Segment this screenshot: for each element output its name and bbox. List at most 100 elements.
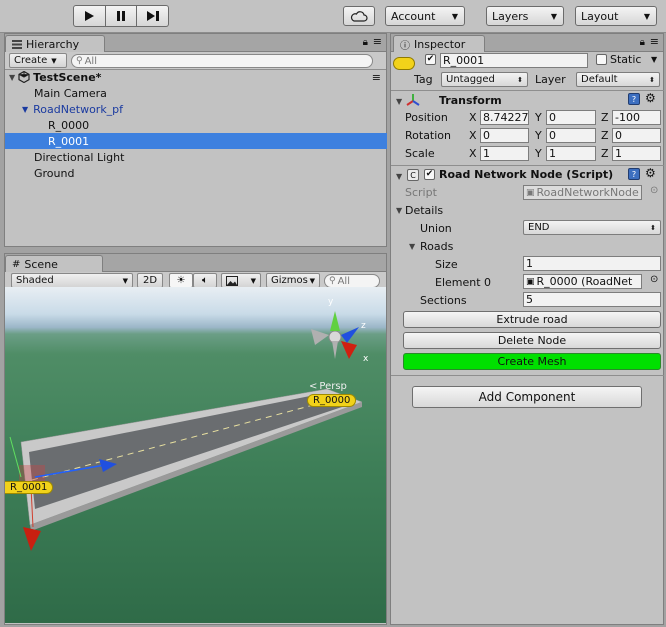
script-foldout-icon[interactable]: ▼: [396, 172, 402, 181]
button-label: Extrude road: [496, 313, 568, 326]
hierarchy-item-ground[interactable]: Ground: [5, 165, 387, 181]
help-book-icon[interactable]: ?: [628, 93, 640, 105]
expand-triangle-icon[interactable]: ▼: [22, 105, 28, 114]
scene-effects-dropdown[interactable]: ▼: [221, 273, 261, 288]
object-picker-icon[interactable]: ⊙: [650, 274, 658, 285]
hierarchy-item-directional-light[interactable]: Directional Light: [5, 149, 387, 165]
y-axis-handle: [9, 436, 22, 478]
field-value: 1: [615, 147, 622, 160]
scene-root-row[interactable]: ▼ TestScene* ≡: [5, 69, 387, 85]
static-dropdown-icon[interactable]: ▼: [651, 55, 657, 64]
hierarchy-item-label: R_0001: [48, 134, 90, 148]
main-toolbar: Account ▼ Layers ▼ Layout ▼: [0, 0, 666, 33]
create-mesh-button[interactable]: Create Mesh: [403, 353, 661, 370]
size-input[interactable]: 1: [523, 256, 661, 271]
rotation-y-input[interactable]: 0: [546, 128, 596, 143]
hierarchy-panel: Hierarchy 🔒︎ ≡ Create ▼ ⚲ All ▼ TestScen…: [4, 33, 387, 247]
lock-icon[interactable]: 🔒︎: [640, 37, 645, 48]
tag-dropdown[interactable]: Untagged ⬍: [441, 72, 528, 87]
help-book-icon[interactable]: ?: [628, 168, 640, 180]
tab-scene[interactable]: # Scene: [5, 255, 103, 272]
2d-label: 2D: [142, 275, 158, 286]
rotation-z-input[interactable]: 0: [612, 128, 661, 143]
static-checkbox[interactable]: [596, 54, 607, 65]
field-value: 1: [483, 147, 490, 160]
lock-icon[interactable]: 🔒︎: [363, 37, 368, 48]
node-label-r0001[interactable]: R_0001: [5, 481, 54, 494]
field-value: R_0000 (RoadNet: [536, 275, 633, 288]
account-dropdown[interactable]: Account ▼: [385, 6, 465, 26]
gizmos-dropdown[interactable]: Gizmos ▼: [266, 273, 320, 288]
scene-tabbar: # Scene: [5, 254, 386, 272]
scene-lighting-toggle[interactable]: ☀: [169, 273, 193, 288]
image-icon: [226, 275, 238, 286]
gear-icon[interactable]: ⚙: [645, 166, 656, 180]
dropdown-arrow-icon: ▼: [250, 276, 256, 285]
object-name-input[interactable]: R_0001: [440, 53, 588, 68]
scale-y-input[interactable]: 1: [546, 146, 596, 161]
axis-y-letter: Y: [535, 147, 542, 160]
field-value: 1: [549, 147, 556, 160]
tab-inspector[interactable]: ⓘ Inspector: [393, 35, 485, 52]
panel-menu-icon[interactable]: ≡: [373, 35, 382, 48]
unity-scene-icon: [18, 71, 30, 83]
details-foldout-icon[interactable]: ▼: [396, 206, 402, 215]
rotation-x-input[interactable]: 0: [480, 128, 529, 143]
gameobject-icon[interactable]: [393, 57, 415, 70]
hierarchy-item-r0001[interactable]: R_0001: [5, 133, 387, 149]
tab-hierarchy[interactable]: Hierarchy: [5, 35, 105, 52]
script-field-label: Script: [405, 186, 437, 199]
hierarchy-item-roadnetwork[interactable]: ▼ RoadNetwork_pf: [5, 101, 387, 117]
add-component-button[interactable]: Add Component: [412, 386, 642, 408]
shading-mode-dropdown[interactable]: Shaded ▼: [11, 273, 133, 288]
layer-value: Default: [581, 74, 618, 85]
hierarchy-item-r0000[interactable]: R_0000: [5, 117, 387, 133]
script-enabled-checkbox[interactable]: ✔: [424, 169, 435, 180]
2d-toggle-button[interactable]: 2D: [137, 273, 163, 288]
transform-foldout-icon[interactable]: ▼: [396, 97, 402, 106]
pause-icon: [117, 11, 125, 21]
updown-arrow-icon: ⬍: [650, 223, 656, 232]
gear-icon[interactable]: ⚙: [645, 91, 656, 105]
panel-menu-icon[interactable]: ≡: [650, 35, 659, 48]
axis-z-label: z: [361, 321, 366, 331]
union-dropdown[interactable]: END ⬍: [523, 220, 661, 235]
pause-button[interactable]: [105, 5, 138, 27]
script-component-title: Road Network Node (Script): [439, 168, 614, 181]
scale-z-input[interactable]: 1: [612, 146, 661, 161]
scene-menu-icon[interactable]: ≡: [372, 71, 381, 84]
element0-field[interactable]: ▣ R_0000 (RoadNet: [523, 274, 642, 289]
check-icon: ✔: [425, 169, 434, 179]
field-value: 0: [483, 129, 490, 142]
layers-dropdown[interactable]: Layers ▼: [486, 6, 564, 26]
scene-search-input[interactable]: ⚲ All: [324, 274, 380, 288]
button-label: Add Component: [478, 390, 576, 404]
rotation-label: Rotation: [405, 129, 452, 142]
step-icon: [146, 11, 159, 21]
extrude-road-button[interactable]: Extrude road: [403, 311, 661, 328]
create-dropdown[interactable]: Create ▼: [9, 53, 67, 68]
cloud-button[interactable]: [343, 6, 375, 26]
scene-viewport[interactable]: y z x < Persp R_0000 R_0001: [5, 287, 386, 623]
hierarchy-search-input[interactable]: ⚲ All: [71, 54, 373, 68]
roads-foldout-icon[interactable]: ▼: [409, 242, 415, 251]
sections-input[interactable]: 5: [523, 292, 661, 307]
layout-dropdown[interactable]: Layout ▼: [575, 6, 657, 26]
position-z-input[interactable]: -100: [612, 110, 661, 125]
layer-dropdown[interactable]: Default ⬍: [576, 72, 660, 87]
active-checkbox[interactable]: ✔: [425, 54, 436, 65]
play-button[interactable]: [73, 5, 106, 27]
hierarchy-item-main-camera[interactable]: Main Camera: [5, 85, 387, 101]
scene-audio-toggle[interactable]: 🔈︎: [193, 273, 217, 288]
persp-toggle[interactable]: < Persp: [309, 381, 347, 392]
hierarchy-item-label: RoadNetwork_pf: [33, 102, 124, 116]
position-x-input[interactable]: 8.74227: [480, 110, 529, 125]
scale-x-input[interactable]: 1: [480, 146, 529, 161]
node-label-r0000[interactable]: R_0000: [307, 394, 357, 407]
delete-node-button[interactable]: Delete Node: [403, 332, 661, 349]
position-y-input[interactable]: 0: [546, 110, 596, 125]
search-icon: ⚲: [76, 56, 83, 66]
expand-triangle-icon[interactable]: ▼: [9, 73, 15, 82]
step-button[interactable]: [137, 5, 170, 27]
orientation-gizmo[interactable]: [311, 311, 359, 359]
